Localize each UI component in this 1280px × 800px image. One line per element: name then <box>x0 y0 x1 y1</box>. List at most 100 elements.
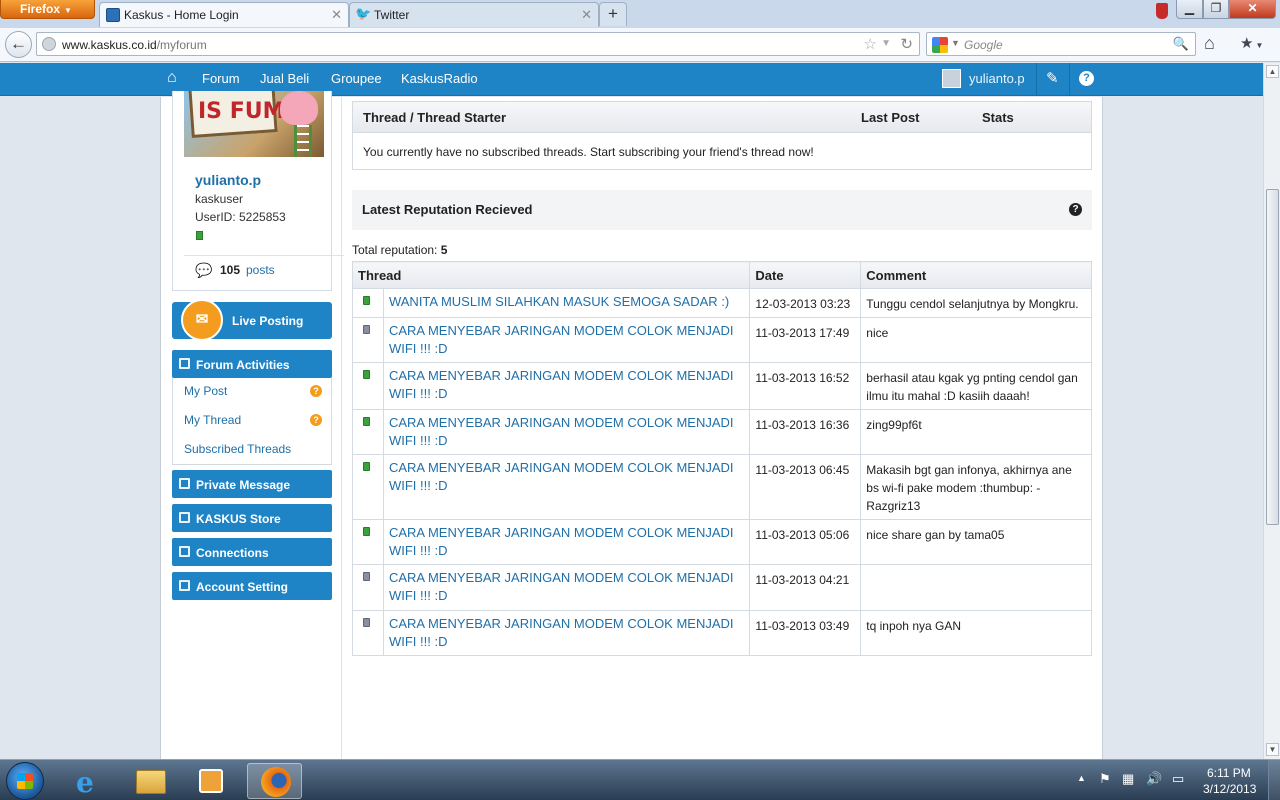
file-explorer-taskbar-button[interactable] <box>123 763 178 799</box>
scroll-up-arrow-icon[interactable]: ▲ <box>1266 65 1279 78</box>
sidebar-item-subscribed-threads[interactable]: Subscribed Threads <box>184 442 291 456</box>
nav-username[interactable]: yulianto.p <box>969 71 1025 86</box>
column-header-last-post: Last Post <box>861 110 920 125</box>
comment-cell: tq inpoh nya GAN <box>860 610 1092 656</box>
live-posting-button[interactable]: ✉ Live Posting <box>172 299 332 341</box>
search-placeholder[interactable]: Google <box>964 38 1003 52</box>
posts-link[interactable]: posts <box>246 263 275 277</box>
thread-link[interactable]: CARA MENYEBAR JARINGAN MODEM COLOK MENJA… <box>382 610 751 656</box>
bookmarks-menu-icon[interactable]: ★ ▼ <box>1240 34 1263 52</box>
empty-subscriptions-message: You currently have no subscribed threads… <box>363 145 814 159</box>
internet-explorer-taskbar-button[interactable]: e <box>62 763 117 799</box>
forum-activities-header[interactable]: Forum Activities <box>172 350 332 378</box>
addon-shield-icon[interactable] <box>1156 3 1168 19</box>
positive-reputation-icon <box>363 370 370 379</box>
close-tab-icon[interactable]: ✕ <box>331 7 342 23</box>
chevron-down-icon: ▼ <box>64 6 72 15</box>
thread-link[interactable]: WANITA MUSLIM SILAHKAN MASUK SEMOGA SADA… <box>382 288 751 318</box>
folder-icon <box>136 770 166 794</box>
thread-link[interactable]: CARA MENYEBAR JARINGAN MODEM COLOK MENJA… <box>382 317 751 363</box>
show-hidden-icons-icon[interactable]: ▲ <box>1077 773 1086 783</box>
connections-button[interactable]: Connections <box>172 538 332 566</box>
total-reputation-label: Total reputation: <box>352 243 438 257</box>
minimize-window-button[interactable]: ▁ <box>1176 0 1203 19</box>
nav-groupee[interactable]: Groupee <box>331 71 382 86</box>
help-icon[interactable]: ? <box>310 414 322 426</box>
avatar[interactable] <box>942 69 961 88</box>
nav-jual-beli[interactable]: Jual Beli <box>260 71 309 86</box>
clock-time[interactable]: 6:11 PM <box>1207 766 1251 780</box>
volume-icon[interactable]: 🔊 <box>1146 771 1162 787</box>
google-engine-icon[interactable] <box>932 37 948 53</box>
kaskus-logo-icon: ✉ <box>181 299 223 341</box>
scrollbar-thumb[interactable] <box>1266 189 1279 525</box>
close-window-button[interactable]: ✕ <box>1229 0 1276 19</box>
home-icon[interactable]: ⌂ <box>1204 33 1215 54</box>
help-icon[interactable]: ? <box>310 385 322 397</box>
clock-date[interactable]: 3/12/2013 <box>1203 782 1256 796</box>
tab-kaskus[interactable]: Kaskus - Home Login ✕ <box>99 2 349 27</box>
vertical-scrollbar[interactable]: ▲ ▼ <box>1263 63 1280 759</box>
thread-link[interactable]: CARA MENYEBAR JARINGAN MODEM COLOK MENJA… <box>382 409 751 455</box>
thread-link[interactable]: CARA MENYEBAR JARINGAN MODEM COLOK MENJA… <box>382 362 751 410</box>
date-cell: 11-03-2013 16:36 <box>749 409 862 455</box>
subscribed-threads-table: Thread / Thread Starter Last Post Stats … <box>352 101 1092 170</box>
search-icon[interactable]: 🔍 <box>1173 36 1189 52</box>
positive-reputation-icon <box>363 296 370 305</box>
display-icon[interactable]: ▭ <box>1172 771 1184 787</box>
help-icon[interactable]: ? <box>1069 203 1082 216</box>
thread-link[interactable]: CARA MENYEBAR JARINGAN MODEM COLOK MENJA… <box>382 519 751 565</box>
history-dropdown-icon[interactable]: ▼ <box>881 38 891 49</box>
nav-kaskusradio[interactable]: KaskusRadio <box>401 71 478 86</box>
media-player-taskbar-button[interactable] <box>183 763 238 799</box>
close-tab-icon[interactable]: ✕ <box>581 7 592 23</box>
sidebar-item-my-thread[interactable]: My Thread <box>184 413 241 427</box>
date-cell: 11-03-2013 04:21 <box>749 564 862 611</box>
thread-link[interactable]: CARA MENYEBAR JARINGAN MODEM COLOK MENJA… <box>382 564 751 611</box>
sidebar-item-my-post[interactable]: My Post <box>184 384 227 398</box>
comment-cell: nice share gan by tama05 <box>860 519 1092 565</box>
reputation-title: Latest Reputation Recieved <box>362 202 533 217</box>
site-identity-icon[interactable] <box>42 37 56 51</box>
pencil-icon[interactable]: ✎ <box>1046 69 1059 87</box>
action-center-flag-icon[interactable]: ⚑ <box>1099 771 1111 787</box>
scroll-down-arrow-icon[interactable]: ▼ <box>1266 743 1279 756</box>
profile-picture[interactable]: IS FUM! <box>184 91 324 157</box>
private-message-button[interactable]: Private Message <box>172 470 332 498</box>
firefox-menu-label: Firefox <box>20 2 61 16</box>
reload-icon[interactable]: ↻ <box>900 35 913 53</box>
kaskus-store-button[interactable]: KASKUS Store <box>172 504 332 532</box>
firefox-icon <box>261 767 291 797</box>
show-desktop-button[interactable] <box>1268 760 1280 800</box>
post-count: 105 <box>220 263 241 277</box>
cart-icon <box>179 512 190 523</box>
reputation-header: Latest Reputation Recieved ? <box>352 190 1092 230</box>
account-setting-button[interactable]: Account Setting <box>172 572 332 600</box>
table-header-row: Thread Date Comment <box>351 261 1092 289</box>
column-header-stats: Stats <box>982 110 1014 125</box>
home-icon[interactable]: ⌂ <box>167 69 177 87</box>
new-tab-button[interactable]: + <box>599 2 627 26</box>
bookmark-star-icon[interactable]: ☆ <box>864 35 877 53</box>
total-reputation-value: 5 <box>440 243 448 257</box>
url-text[interactable]: www.kaskus.co.id/myforum <box>62 38 207 52</box>
tab-twitter[interactable]: 🐦 Twitter ✕ <box>349 2 599 27</box>
firefox-taskbar-button[interactable] <box>247 763 302 799</box>
network-icon[interactable]: ▦ <box>1122 771 1134 787</box>
profile-username[interactable]: yulianto.p <box>195 172 261 188</box>
help-icon[interactable]: ? <box>1079 71 1094 86</box>
firefox-menu-button[interactable]: Firefox ▼ <box>0 0 95 19</box>
start-button[interactable] <box>6 762 44 800</box>
page-viewport: ⌂ Forum Jual Beli Groupee KaskusRadio yu… <box>0 63 1263 759</box>
thread-link[interactable]: CARA MENYEBAR JARINGAN MODEM COLOK MENJA… <box>382 454 751 520</box>
address-bar[interactable]: www.kaskus.co.id/myforum ☆ ▼ ↻ <box>36 32 920 56</box>
back-arrow-icon[interactable]: ← <box>5 31 32 58</box>
status-cell <box>352 610 384 656</box>
speech-bubble-icon: 💬 <box>195 262 213 278</box>
restore-window-button[interactable]: ❐ <box>1203 0 1229 19</box>
nav-forum[interactable]: Forum <box>202 71 240 86</box>
table-row: CARA MENYEBAR JARINGAN MODEM COLOK MENJA… <box>352 519 1092 565</box>
search-bar[interactable]: ▼ Google 🔍 <box>926 32 1196 56</box>
engine-dropdown-icon[interactable]: ▼ <box>951 38 960 48</box>
status-cell <box>352 454 384 520</box>
